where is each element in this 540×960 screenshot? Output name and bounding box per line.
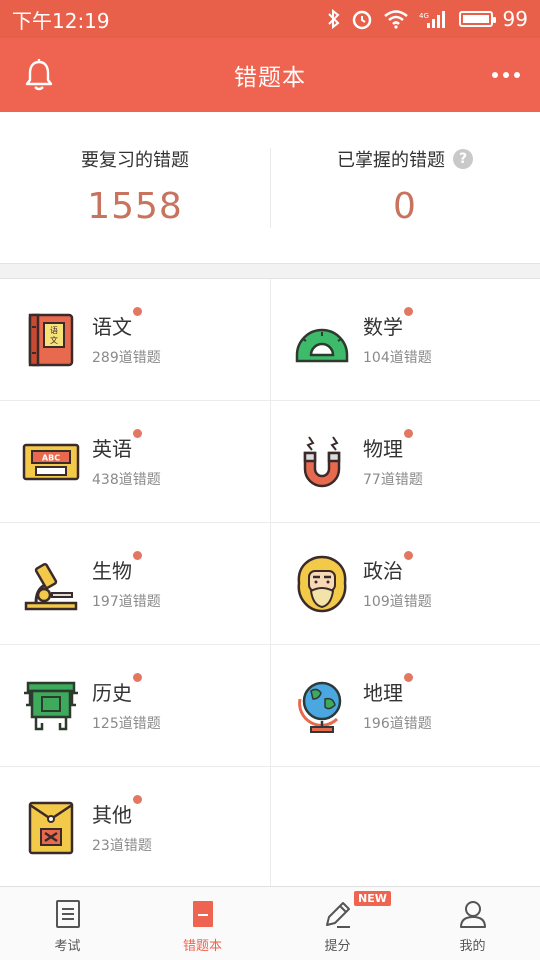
- subject-geography[interactable]: 地理 196道错题: [270, 645, 540, 767]
- subject-english[interactable]: ABC 英语 438道错题: [0, 401, 270, 523]
- unread-dot: [404, 551, 413, 560]
- subject-name: 数学: [363, 307, 413, 340]
- magnet-icon: [303, 436, 341, 488]
- tab-exam[interactable]: 考试: [0, 887, 135, 960]
- subject-name: 其他: [92, 795, 142, 828]
- bottom-tab-bar: 考试 错题本 NEW 提分 我的: [0, 886, 540, 960]
- subject-count: 289道错题: [92, 350, 161, 366]
- review-count: 1558: [87, 186, 183, 227]
- review-summary[interactable]: 要复习的错题 1558: [0, 112, 270, 263]
- summary-panel: 要复习的错题 1558 已掌握的错题 ? 0: [0, 112, 540, 264]
- subject-name: 语文: [92, 307, 142, 340]
- envelope-icon: [28, 801, 74, 855]
- unread-dot: [133, 673, 142, 682]
- status-bar: 下午12:19 4G 99: [0, 0, 540, 38]
- review-label: 要复习的错题: [81, 150, 189, 171]
- marx-portrait-icon: [297, 555, 347, 613]
- unread-dot: [133, 429, 142, 438]
- more-menu-icon[interactable]: [492, 72, 520, 78]
- svg-text:文: 文: [50, 335, 58, 345]
- status-time: 下午12:19: [12, 8, 110, 33]
- mastered-label: 已掌握的错题: [337, 150, 445, 171]
- subject-politics[interactable]: 政治 109道错题: [270, 523, 540, 645]
- subject-name: 历史: [92, 673, 142, 706]
- cassette-icon: ABC: [22, 443, 80, 481]
- subject-count: 125道错题: [92, 716, 161, 732]
- bronze-vessel-icon: [24, 681, 78, 731]
- unread-dot: [404, 673, 413, 682]
- unread-dot: [133, 551, 142, 560]
- page-title: 错题本: [234, 65, 306, 91]
- new-badge: NEW: [354, 891, 391, 906]
- protractor-icon: [295, 328, 349, 363]
- tab-label: 错题本: [182, 939, 222, 954]
- exam-icon: [55, 900, 80, 928]
- unread-dot: [133, 795, 142, 804]
- battery-icon: [458, 11, 496, 27]
- signal-icon: 4G: [419, 11, 445, 28]
- tab-label: 考试: [54, 939, 81, 954]
- mastered-count: 0: [393, 186, 417, 227]
- subject-name: 物理: [363, 429, 413, 462]
- status-icons: 4G 99: [327, 7, 528, 31]
- notebook-icon: [192, 901, 213, 927]
- svg-text:语: 语: [50, 325, 58, 335]
- subject-name: 生物: [92, 551, 142, 584]
- battery-level: 99: [502, 7, 528, 31]
- bell-icon[interactable]: [24, 58, 54, 92]
- subject-math[interactable]: 数学 104道错题: [270, 279, 540, 401]
- subject-name: 政治: [363, 551, 413, 584]
- tab-profile[interactable]: 我的: [405, 887, 540, 960]
- subject-history[interactable]: 历史 125道错题: [0, 645, 270, 767]
- subject-count: 197道错题: [92, 594, 161, 610]
- mastered-label-row: 已掌握的错题 ?: [337, 146, 473, 172]
- subject-physics[interactable]: 物理 77道错题: [270, 401, 540, 523]
- subject-biology[interactable]: 生物 197道错题: [0, 523, 270, 645]
- mastered-summary[interactable]: 已掌握的错题 ? 0: [270, 112, 540, 263]
- user-icon: [459, 901, 486, 928]
- svg-text:4G: 4G: [419, 12, 429, 20]
- subject-other[interactable]: 其他 23道错题: [0, 767, 270, 887]
- subject-count: 77道错题: [363, 472, 423, 488]
- subject-count: 196道错题: [363, 716, 432, 732]
- alarm-icon: [352, 10, 371, 30]
- subject-name: 地理: [363, 673, 413, 706]
- subject-count: 104道错题: [363, 350, 432, 366]
- book-icon: 语 文: [28, 313, 74, 367]
- globe-icon: [298, 681, 342, 733]
- unread-dot: [404, 429, 413, 438]
- tab-label: 提分: [324, 939, 351, 954]
- unread-dot: [133, 307, 142, 316]
- bluetooth-icon: [327, 9, 340, 29]
- app-bar: 错题本: [0, 38, 540, 112]
- subject-grid: 语 文 语文 289道错题 数学 104道错题 ABC 英语 438道错题 物理…: [0, 278, 540, 887]
- pencil-icon: [325, 902, 350, 928]
- subject-count: 109道错题: [363, 594, 432, 610]
- help-icon[interactable]: ?: [453, 149, 473, 169]
- subject-chinese[interactable]: 语 文 语文 289道错题: [0, 279, 270, 401]
- subject-count: 23道错题: [92, 838, 152, 854]
- tab-improve[interactable]: NEW 提分: [270, 887, 405, 960]
- subject-count: 438道错题: [92, 472, 161, 488]
- tab-label: 我的: [459, 939, 486, 954]
- svg-text:ABC: ABC: [42, 454, 60, 463]
- wifi-icon: [383, 10, 408, 29]
- subject-name: 英语: [92, 429, 142, 462]
- unread-dot: [404, 307, 413, 316]
- microscope-icon: [24, 562, 78, 611]
- empty-cell: [270, 767, 540, 887]
- tab-notebook[interactable]: 错题本: [135, 887, 270, 960]
